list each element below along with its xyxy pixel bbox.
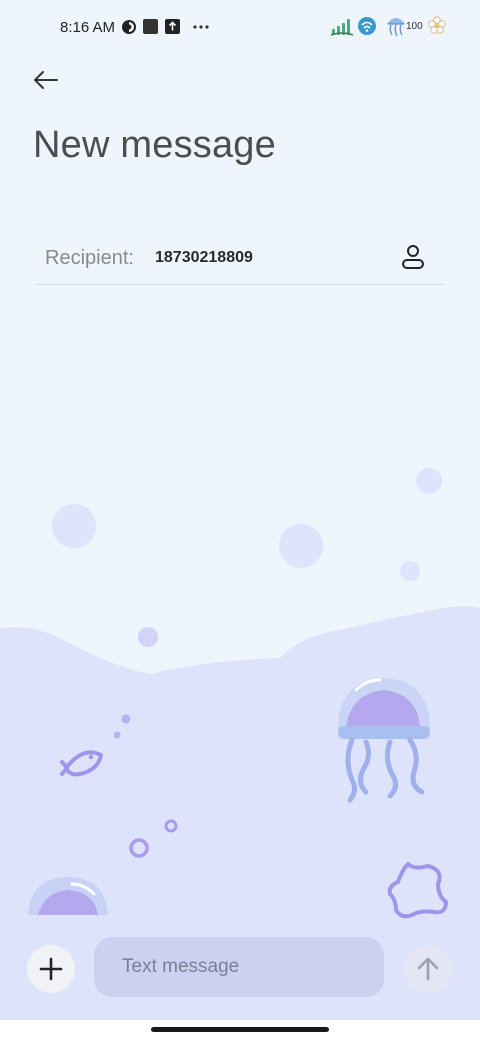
composer-bar [0, 930, 480, 1006]
battery-level: 100 [406, 21, 423, 32]
contact-picker-button[interactable] [398, 242, 428, 272]
flower-icon [428, 16, 446, 39]
vpn-icon [121, 19, 137, 40]
person-icon [398, 245, 428, 276]
status-time: 8:16 AM [60, 19, 116, 36]
page-title: New message [33, 124, 276, 166]
jellyfish-theme-icon [385, 14, 407, 43]
status-bar: 8:16 AM 100 [0, 0, 480, 56]
back-button[interactable] [30, 64, 64, 98]
signal-icon [330, 17, 354, 42]
attach-button[interactable] [27, 945, 75, 993]
arrow-up-icon [404, 957, 452, 997]
message-input[interactable] [94, 937, 384, 997]
arrow-left-icon [30, 71, 64, 102]
square-app-icon [143, 19, 158, 39]
send-button[interactable] [404, 945, 452, 993]
home-indicator[interactable] [151, 1027, 329, 1032]
recipient-label: Recipient: [45, 247, 134, 269]
recipient-field[interactable]: Recipient: 18730218809 [36, 236, 444, 285]
more-dots-icon [192, 20, 210, 39]
plus-icon [27, 957, 75, 997]
bubble-decoration [52, 468, 442, 581]
wifi-icon [357, 16, 377, 41]
recipient-value[interactable]: 18730218809 [155, 249, 253, 267]
upload-icon [165, 19, 180, 39]
